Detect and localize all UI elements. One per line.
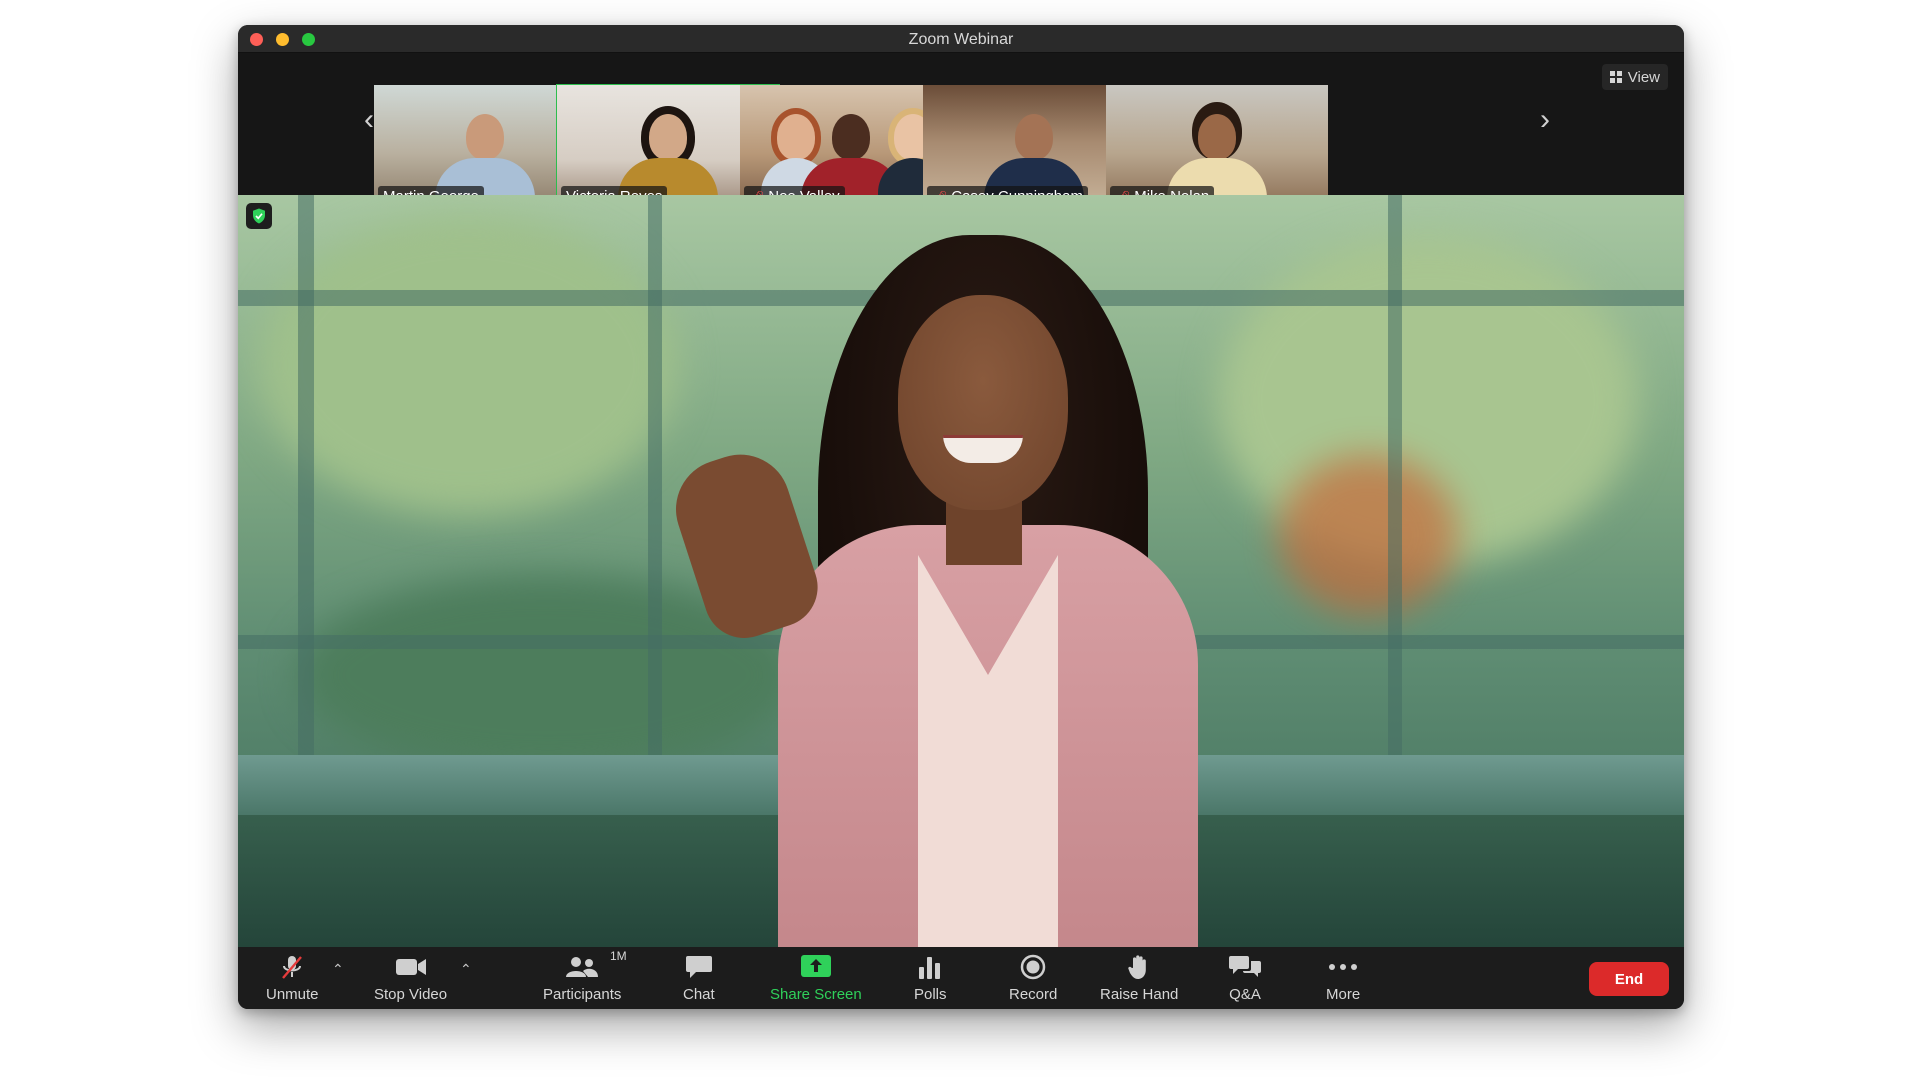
polls-label: Polls	[914, 986, 947, 1003]
meeting-toolbar: Unmute ⌃ Stop Video ⌃ Participants 1M Ch…	[238, 947, 1684, 1009]
stop-video-label: Stop Video	[374, 986, 448, 1003]
participant-gallery: ‹ Martin George Victoria Reyes	[238, 53, 1684, 211]
polls-bar-chart-icon	[917, 954, 943, 980]
end-button[interactable]: End	[1589, 962, 1669, 996]
raise-hand-icon	[1127, 954, 1151, 980]
window-mullion	[648, 195, 662, 815]
active-speaker-video	[238, 195, 1684, 947]
chat-bubble-icon	[685, 954, 713, 980]
video-camera-icon	[395, 954, 427, 980]
grid-view-icon	[1609, 71, 1622, 83]
audio-options-caret-icon[interactable]: ⌃	[332, 961, 344, 978]
raise-hand-label: Raise Hand	[1100, 986, 1179, 1003]
video-options-caret-icon[interactable]: ⌃	[460, 961, 472, 978]
chat-button[interactable]: Chat	[683, 954, 715, 1003]
raise-hand-button[interactable]: Raise Hand	[1100, 954, 1178, 1003]
muted-microphone-icon	[279, 954, 305, 980]
record-label: Record	[1009, 986, 1058, 1003]
share-screen-icon	[800, 954, 832, 980]
unmute-label: Unmute	[266, 986, 319, 1003]
title-bar: Zoom Webinar	[238, 25, 1684, 53]
unmute-button[interactable]: Unmute	[266, 954, 319, 1003]
record-button[interactable]: Record	[1009, 954, 1057, 1003]
more-dots-icon	[1328, 954, 1358, 980]
participants-count-badge: 1M	[610, 949, 627, 963]
qa-button[interactable]: Q&A	[1229, 954, 1261, 1003]
gallery-prev-button[interactable]: ‹	[364, 105, 374, 135]
encryption-shield-icon[interactable]	[246, 203, 272, 229]
window-mullion	[1388, 195, 1402, 815]
view-button[interactable]: View	[1601, 64, 1668, 90]
record-icon	[1020, 954, 1046, 980]
share-screen-button[interactable]: Share Screen	[770, 954, 862, 1003]
participants-icon	[565, 954, 599, 980]
view-label: View	[1627, 68, 1660, 86]
qa-bubbles-icon	[1229, 954, 1261, 980]
gallery-next-button[interactable]: ›	[1540, 105, 1550, 135]
background-foliage	[1278, 455, 1458, 615]
more-label: More	[1326, 986, 1361, 1003]
participant-tile[interactable]: 🎤︎ Mike Nolan	[1106, 85, 1328, 210]
qa-label: Q&A	[1229, 986, 1261, 1003]
stop-video-button[interactable]: Stop Video	[374, 954, 447, 1003]
participants-label: Participants	[543, 986, 622, 1003]
window-title: Zoom Webinar	[908, 31, 1014, 48]
more-button[interactable]: More	[1326, 954, 1360, 1003]
speaker-figure	[663, 225, 1198, 947]
chat-label: Chat	[683, 986, 715, 1003]
share-screen-label: Share Screen	[770, 986, 862, 1003]
zoom-window: Zoom Webinar ‹ Martin George Victoria Re…	[238, 25, 1684, 1009]
polls-button[interactable]: Polls	[914, 954, 947, 1003]
background-foliage	[258, 215, 678, 515]
window-mullion	[298, 195, 314, 815]
